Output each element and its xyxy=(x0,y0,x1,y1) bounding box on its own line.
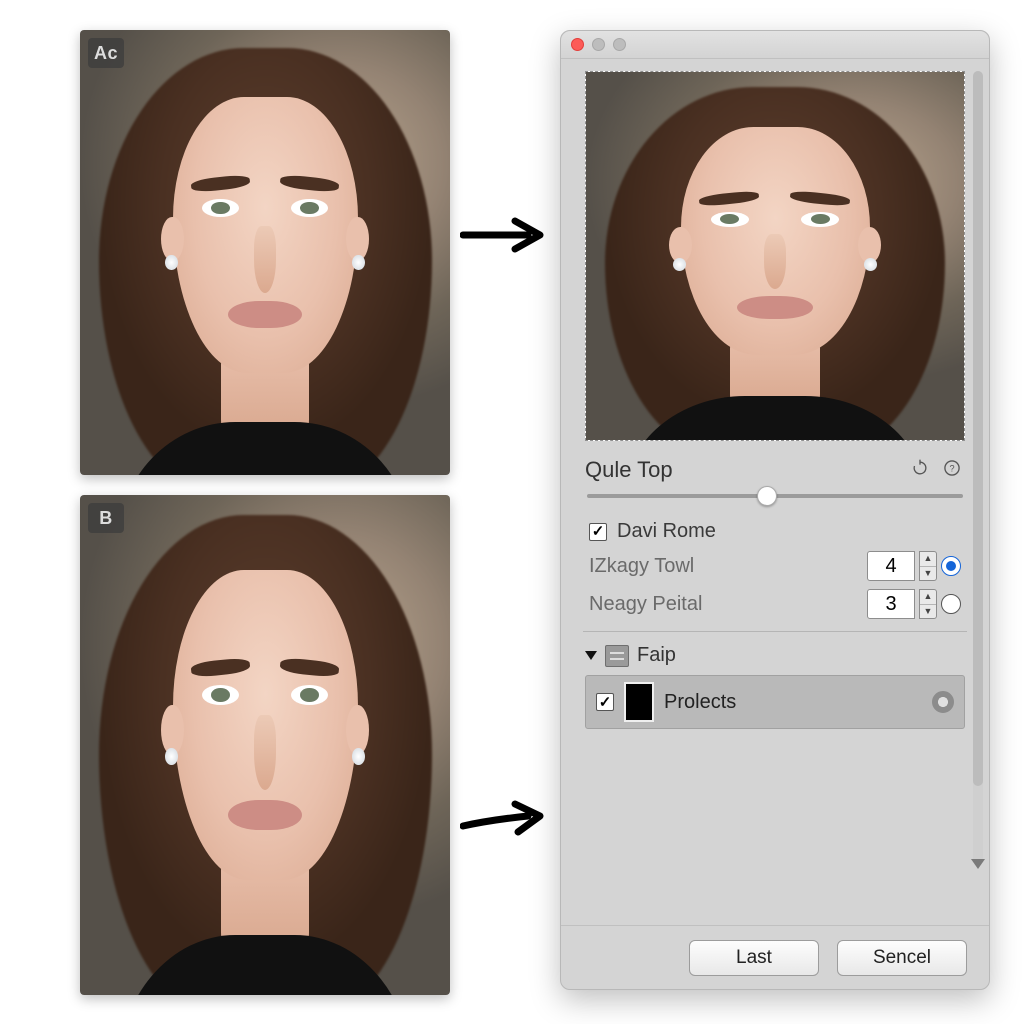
source-thumbnail-a[interactable]: Ac xyxy=(80,30,450,475)
thumbnail-badge-b: B xyxy=(88,503,124,533)
field2-radio[interactable] xyxy=(941,594,961,614)
help-icon[interactable]: ? xyxy=(939,455,965,481)
layer-row[interactable]: Prolects xyxy=(585,675,965,729)
window-zoom-button[interactable] xyxy=(613,38,626,51)
field2-label: Neagy Peital xyxy=(589,593,702,616)
scrollbar-thumb[interactable] xyxy=(973,71,983,786)
field1-stepper[interactable]: ▲▼ xyxy=(919,551,937,581)
field2-stepper[interactable]: ▲▼ xyxy=(919,589,937,619)
portrait-image xyxy=(80,495,450,995)
portrait-image xyxy=(80,30,450,475)
ok-button[interactable]: Last xyxy=(689,940,819,976)
slider-thumb[interactable] xyxy=(757,486,777,506)
settings-dialog: Qule Top ? Davi Rome IZkagy Towl ▲▼ xyxy=(560,30,990,990)
field1-label: IZkagy Towl xyxy=(589,555,694,578)
section-title: Qule Top xyxy=(585,457,673,483)
preview-pane[interactable] xyxy=(585,71,965,441)
thumbnail-badge-a: Ac xyxy=(88,38,124,68)
scroll-down-icon[interactable] xyxy=(971,859,985,869)
layers-icon xyxy=(605,645,629,667)
layer-settings-icon[interactable] xyxy=(932,691,954,713)
window-minimize-button[interactable] xyxy=(592,38,605,51)
layer-label: Prolects xyxy=(664,691,736,714)
window-titlebar xyxy=(561,31,989,59)
cancel-button[interactable]: Sencel xyxy=(837,940,967,976)
portrait-image xyxy=(586,72,964,440)
reset-icon[interactable] xyxy=(907,455,933,481)
layer-mask-thumbnail[interactable] xyxy=(624,682,654,722)
field1-input[interactable] xyxy=(867,551,915,581)
layer-visibility-checkbox[interactable] xyxy=(596,693,614,711)
disclosure-triangle-icon[interactable] xyxy=(585,651,597,660)
layer-section-label: Faip xyxy=(637,644,676,667)
field2-input[interactable] xyxy=(867,589,915,619)
arrow-right-icon xyxy=(460,215,550,255)
arrow-right-icon xyxy=(460,800,550,840)
davi-rome-checkbox[interactable] xyxy=(589,523,607,541)
vertical-scrollbar[interactable] xyxy=(973,71,983,865)
davi-rome-label: Davi Rome xyxy=(617,520,716,543)
svg-text:?: ? xyxy=(949,463,954,473)
field1-radio[interactable] xyxy=(941,556,961,576)
window-close-button[interactable] xyxy=(571,38,584,51)
divider xyxy=(583,631,967,632)
amount-slider[interactable] xyxy=(587,494,963,498)
source-thumbnail-b[interactable]: B xyxy=(80,495,450,995)
